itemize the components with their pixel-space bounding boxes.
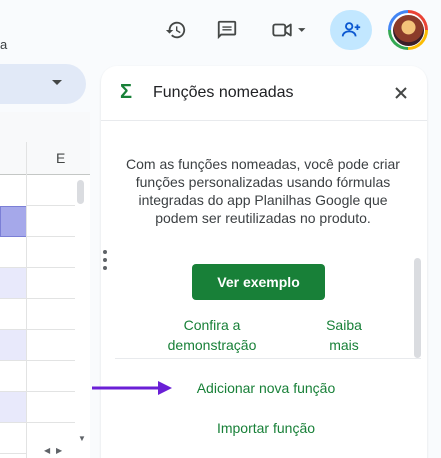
drag-handle-icon[interactable] — [103, 250, 109, 274]
video-camera-icon[interactable] — [264, 14, 312, 46]
learn-more-line2: mais — [329, 337, 359, 353]
grid-cell[interactable] — [0, 299, 26, 330]
grid-cell[interactable] — [27, 299, 75, 330]
column-header-row — [0, 142, 90, 175]
grid-cell[interactable] — [0, 361, 26, 392]
grid-cell[interactable] — [27, 268, 75, 299]
vertical-scrollbar[interactable] — [75, 175, 87, 445]
name-box[interactable] — [0, 64, 86, 104]
avatar[interactable] — [388, 10, 428, 50]
sigma-icon: Σ — [120, 81, 133, 103]
add-function-button[interactable]: Adicionar nova função — [176, 378, 356, 398]
history-icon[interactable] — [160, 14, 192, 46]
named-functions-panel — [101, 66, 427, 458]
annotation-arrow-icon — [92, 381, 172, 395]
demo-link-line2: demonstração — [167, 337, 257, 353]
import-function-button[interactable]: Importar função — [196, 418, 336, 438]
grid-cell[interactable] — [0, 268, 26, 299]
view-example-button[interactable]: Ver exemplo — [192, 264, 325, 300]
panel-title: Funções nomeadas — [153, 84, 294, 101]
scrollbar-thumb[interactable] — [77, 180, 84, 204]
scroll-down-icon[interactable]: ▼ — [78, 434, 86, 443]
demo-link-line1: Confira a — [183, 317, 241, 333]
grid-cell[interactable] — [27, 206, 75, 237]
divider — [101, 120, 427, 121]
grid-cell[interactable] — [27, 330, 75, 361]
avatar-image — [392, 14, 424, 46]
grid-cell[interactable] — [0, 392, 26, 423]
learn-more-link[interactable]: Saiba mais — [316, 315, 372, 355]
close-icon — [395, 87, 407, 99]
chevron-down-icon — [298, 28, 306, 32]
grid-cell[interactable] — [0, 423, 26, 454]
column-divider — [26, 142, 27, 458]
column-header-e[interactable]: E — [56, 150, 65, 166]
scroll-left-icon[interactable]: ◀ — [44, 446, 50, 455]
grid-cell[interactable] — [27, 361, 75, 392]
scroll-right-icon[interactable]: ▶ — [56, 446, 62, 455]
share-button[interactable] — [330, 10, 372, 50]
grid-cell[interactable] — [27, 175, 75, 206]
person-add-icon — [341, 22, 361, 37]
learn-more-line1: Saiba — [326, 317, 362, 333]
grid-cell[interactable] — [27, 237, 75, 268]
selected-cell[interactable] — [0, 206, 27, 237]
chevron-down-icon — [52, 80, 62, 85]
formula-bar — [0, 112, 90, 143]
grid-cell[interactable] — [27, 392, 75, 423]
menu-fragment: a — [0, 37, 8, 52]
demo-link[interactable]: Confira a demonstração — [158, 315, 266, 355]
grid-cell[interactable] — [0, 237, 26, 268]
close-button[interactable] — [392, 84, 410, 102]
divider — [115, 358, 421, 359]
panel-scrollbar[interactable] — [414, 258, 421, 358]
panel-description: Com as funções nomeadas, você pode criar… — [126, 156, 400, 226]
comment-icon[interactable] — [211, 14, 243, 46]
grid-cell[interactable] — [0, 330, 26, 361]
